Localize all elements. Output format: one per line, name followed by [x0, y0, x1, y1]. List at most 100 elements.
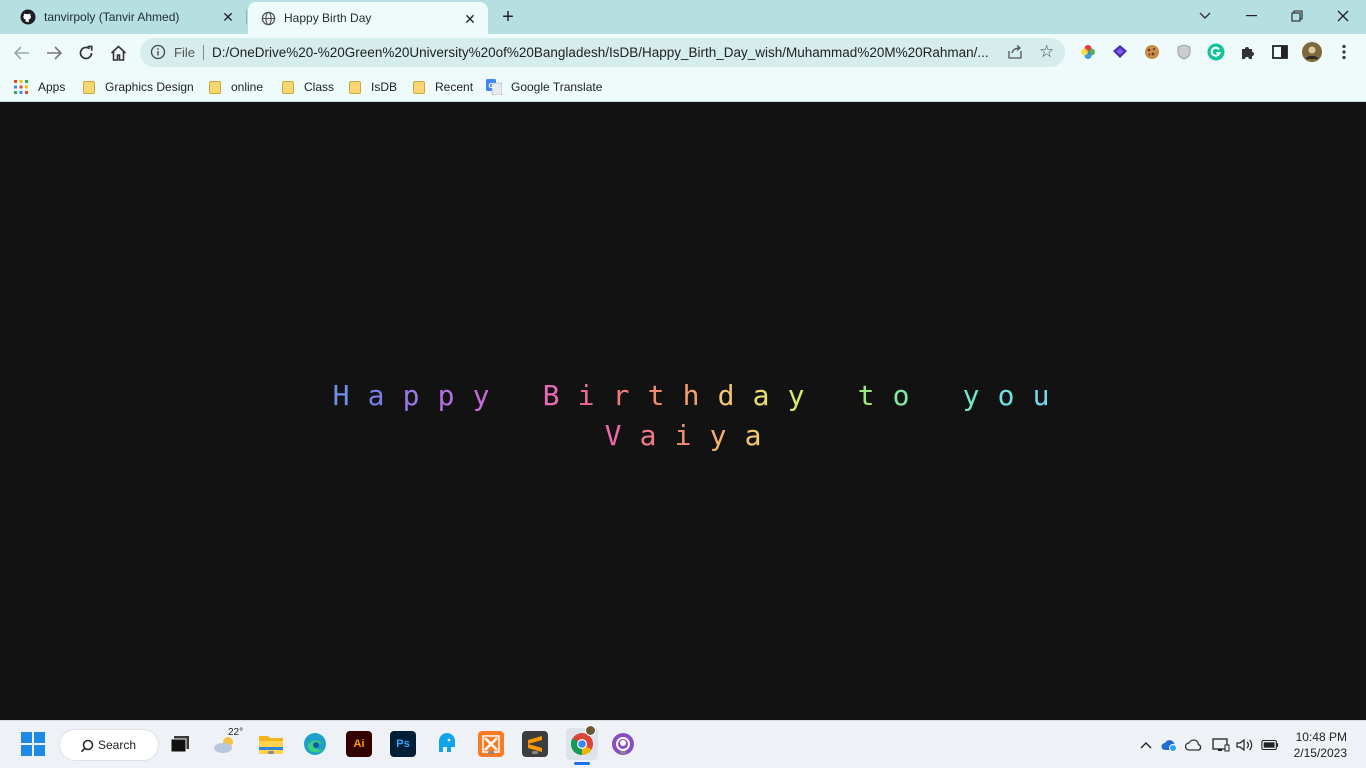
grammarly-icon[interactable] — [1206, 42, 1226, 62]
home-button[interactable] — [105, 40, 131, 66]
greeting-letter: r — [612, 379, 630, 412]
folder-icon — [83, 80, 95, 94]
windows-taskbar: Search 22° Ai Ps 10:48 PM 2/15/2023 — [0, 720, 1366, 768]
forward-button[interactable] — [41, 40, 67, 66]
greeting-letter: p — [437, 379, 455, 412]
bookmark-recent[interactable]: Recent — [413, 76, 473, 98]
bookmark-label: online — [231, 80, 264, 94]
greeting-letter: a — [367, 379, 385, 412]
bookmark-label: Apps — [38, 80, 66, 94]
tab-separator — [246, 10, 247, 24]
bookmark-star-icon[interactable]: ☆ — [1039, 42, 1054, 62]
layers-extension-icon[interactable] — [1110, 42, 1130, 62]
greeting-letter: a — [744, 419, 762, 452]
bookmark-label: Recent — [435, 80, 474, 94]
greeting-letter: t — [857, 379, 875, 412]
folder-icon — [282, 80, 294, 94]
google-translate-icon: G — [486, 79, 502, 95]
greeting-letter: d — [717, 379, 735, 412]
bookmark-isdb[interactable]: IsDB — [349, 76, 397, 98]
address-bar[interactable]: File D:/OneDrive%20-%20Green%20Universit… — [140, 38, 1065, 67]
greeting-letter: y — [962, 379, 980, 412]
onedrive-sync-icon[interactable] — [1161, 736, 1179, 754]
tab-github[interactable]: tanvirpoly (Tanvir Ahmed) ✕ — [0, 0, 246, 34]
greeting-letter: h — [682, 379, 700, 412]
greeting-letter: u — [1032, 379, 1050, 412]
greeting-letter: B — [542, 379, 560, 412]
bookmark-graphics-design[interactable]: Graphics Design — [83, 76, 194, 98]
greeting-letter: i — [577, 379, 595, 412]
weather-widget[interactable]: 22° — [213, 727, 243, 757]
bookmark-label: IsDB — [371, 80, 398, 94]
bookmark-class[interactable]: Class — [282, 76, 334, 98]
restore-button[interactable] — [1274, 0, 1320, 32]
folder-icon — [413, 80, 425, 94]
site-info-icon[interactable] — [150, 44, 166, 60]
close-icon[interactable]: ✕ — [220, 9, 236, 25]
photoshop-icon[interactable]: Ps — [390, 731, 416, 757]
back-button[interactable] — [9, 40, 35, 66]
volume-icon[interactable] — [1236, 736, 1254, 754]
share-icon[interactable] — [1007, 44, 1023, 60]
network-icon[interactable] — [1212, 736, 1230, 754]
cookie-extension-icon[interactable] — [1142, 42, 1162, 62]
bookmark-label: Class — [304, 80, 335, 94]
profile-badge-icon — [585, 725, 596, 736]
bookmark-online[interactable]: online — [209, 76, 263, 98]
folder-icon — [209, 80, 221, 94]
folder-icon — [349, 80, 361, 94]
tab-happy-birth-day[interactable]: Happy Birth Day ✕ — [248, 2, 488, 34]
running-indicator — [532, 751, 538, 754]
battery-icon[interactable] — [1261, 736, 1279, 754]
task-view-icon[interactable] — [167, 731, 193, 757]
cloud-icon[interactable] — [1185, 736, 1203, 754]
close-icon[interactable]: ✕ — [462, 11, 478, 27]
bookmark-apps[interactable]: Apps — [14, 76, 65, 98]
clock-time: 10:48 PM — [1295, 730, 1347, 744]
extensions-puzzle-icon[interactable] — [1238, 42, 1258, 62]
edge-browser-icon[interactable] — [302, 731, 328, 757]
greeting-letter: y — [787, 379, 805, 412]
taskbar-search-button[interactable]: Search — [59, 729, 159, 761]
xampp-icon[interactable] — [478, 731, 504, 757]
file-explorer-icon[interactable] — [258, 731, 284, 757]
side-panel-icon[interactable] — [1270, 42, 1290, 62]
chrome-icon[interactable] — [566, 725, 598, 765]
close-window-button[interactable] — [1320, 0, 1366, 32]
bookmark-label: Google Translate — [511, 80, 603, 94]
color-wheel-extension-icon[interactable] — [1078, 42, 1098, 62]
greeting-letter: o — [997, 379, 1015, 412]
profile-avatar[interactable] — [1302, 42, 1322, 62]
new-tab-button[interactable]: + — [498, 7, 518, 27]
tab-title: Happy Birth Day — [284, 11, 372, 25]
weather-temperature: 22° — [228, 727, 244, 738]
illustrator-icon[interactable]: Ai — [346, 731, 372, 757]
more-menu-icon[interactable] — [1334, 42, 1354, 62]
greeting-letter: p — [402, 379, 420, 412]
show-hidden-icons-chevron-icon[interactable] — [1137, 736, 1155, 754]
tab-search-chevron-icon[interactable] — [1182, 0, 1228, 32]
active-indicator — [574, 762, 590, 765]
svg-text:G: G — [489, 83, 495, 90]
windows-start-icon[interactable] — [20, 731, 46, 757]
divider — [203, 45, 204, 60]
system-clock[interactable]: 10:48 PM 2/15/2023 — [1294, 729, 1347, 761]
reload-button[interactable] — [73, 40, 99, 66]
greeting-letter: a — [752, 379, 770, 412]
shield-extension-icon[interactable] — [1174, 42, 1194, 62]
bookmark-google-translate[interactable]: G Google Translate — [486, 76, 602, 98]
url-text[interactable]: D:/OneDrive%20-%20Green%20University%20o… — [212, 45, 1002, 60]
bookmark-label: Graphics Design — [105, 80, 194, 94]
greeting-letter: a — [639, 419, 657, 452]
bookmarks-bar: Apps Graphics Design online Class IsDB R… — [0, 72, 1366, 102]
github-desktop-icon[interactable] — [610, 731, 636, 757]
greeting-letter: y — [472, 379, 490, 412]
birthday-greeting-line1: Happy Birthday to you — [8, 379, 1366, 412]
running-indicator — [488, 751, 494, 754]
greeting-letter: H — [332, 379, 350, 412]
greeting-letter — [814, 379, 849, 412]
elephant-app-icon[interactable] — [434, 731, 460, 757]
minimize-button[interactable] — [1228, 0, 1274, 32]
sublime-text-icon[interactable] — [522, 731, 548, 757]
greeting-letter — [919, 379, 954, 412]
